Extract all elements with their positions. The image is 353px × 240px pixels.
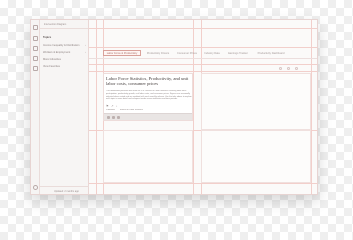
settings-icon[interactable]: [33, 66, 38, 71]
sidebar-item-view-favorites[interactable]: View Favorites: [40, 63, 89, 70]
guide-line: [89, 183, 317, 184]
guide-line: [89, 71, 317, 72]
article-actions: ⚑ ↗ ↓: [106, 104, 136, 108]
main-content: Labor Force & Productivity Productivity …: [89, 20, 317, 194]
tab-label: Labor Force & Productivity: [106, 52, 138, 55]
tab-label: Consumer Prices: [177, 51, 197, 55]
more-icon[interactable]: [295, 67, 298, 70]
bookmark-icon[interactable]: ⚑: [106, 104, 109, 108]
empty-panel: [201, 73, 311, 130]
like-icon[interactable]: [107, 116, 110, 119]
comment-icon[interactable]: [112, 116, 115, 119]
tab-labor-force[interactable]: Labor Force & Productivity: [103, 50, 141, 56]
article-body: This dashboard presents data from the U.…: [106, 90, 192, 101]
tab-consumer-prices[interactable]: Consumer Prices: [175, 50, 199, 56]
bookmark-icon[interactable]: [33, 56, 38, 61]
icon-rail: [31, 20, 40, 194]
guide-line: [89, 64, 317, 65]
sidebar-item-topics[interactable]: Topics: [40, 34, 89, 41]
tab-label: Productivity Dashboard: [257, 51, 285, 55]
sidebar-item-label: Income Inequality & Distribution: [43, 44, 80, 47]
share-icon[interactable]: ↗: [111, 104, 114, 108]
sidebar-item-label: View Favorites: [43, 65, 60, 68]
tab-label: Productivity Drivers: [146, 51, 170, 55]
sidebar-header: Intervention Diagram: [40, 20, 88, 29]
filter-icon[interactable]: [279, 67, 282, 70]
guide-line: [89, 28, 317, 29]
download-icon[interactable]: ↓: [116, 104, 118, 108]
tab-label: Industry Data: [204, 51, 220, 55]
sidebar-item-income-inequality[interactable]: Income Inequality & Distribution ›: [40, 42, 89, 49]
search-icon[interactable]: [33, 36, 38, 41]
card-footer: [104, 113, 192, 120]
tab-productivity-dashboard[interactable]: Productivity Dashboard: [254, 50, 288, 56]
sidebar-footer: Updated: 2 months ago: [40, 186, 89, 194]
meta-value: Bureau of Labor Statistics: [120, 109, 143, 111]
guide-line: [89, 47, 317, 48]
tab-earnings-tracker[interactable]: Earnings Tracker: [225, 50, 251, 56]
empty-panel: [201, 130, 311, 183]
article-card[interactable]: Labor Force Statistics, Productivity, an…: [103, 73, 193, 121]
guide-line: [96, 20, 97, 194]
tab-industry-data[interactable]: Industry Data: [202, 50, 222, 56]
sidebar-item-label: More Industries: [43, 58, 61, 61]
article-title: Labor Force Statistics, Productivity, an…: [106, 76, 189, 87]
home-icon[interactable]: [33, 25, 38, 30]
tab-productivity-drivers[interactable]: Productivity Drivers: [144, 50, 172, 56]
sidebar-item-label: Topics: [43, 36, 52, 39]
app-window: Intervention Diagram Topics Income Inequ…: [30, 19, 318, 195]
share-icon[interactable]: [287, 67, 290, 70]
save-icon[interactable]: [117, 116, 120, 119]
guide-line: [193, 20, 194, 194]
tab-label: Earnings Tracker: [228, 51, 248, 55]
sidebar-item-workers-employment[interactable]: Workers & Employment ›: [40, 49, 89, 56]
tab-divider: [89, 58, 317, 59]
sidebar-item-label: Workers & Employment: [43, 51, 71, 54]
sidebar: Intervention Diagram Topics Income Inequ…: [40, 20, 89, 194]
chevron-right-icon: ›: [85, 50, 86, 54]
meta-label: Published: [106, 109, 115, 111]
sidebar-item-more-industries[interactable]: More Industries: [40, 56, 89, 63]
chevron-right-icon: ›: [85, 43, 86, 47]
guide-line: [311, 20, 312, 194]
grid-icon[interactable]: [33, 46, 38, 51]
user-avatar-icon[interactable]: [33, 185, 38, 190]
empty-panel: [103, 130, 193, 183]
